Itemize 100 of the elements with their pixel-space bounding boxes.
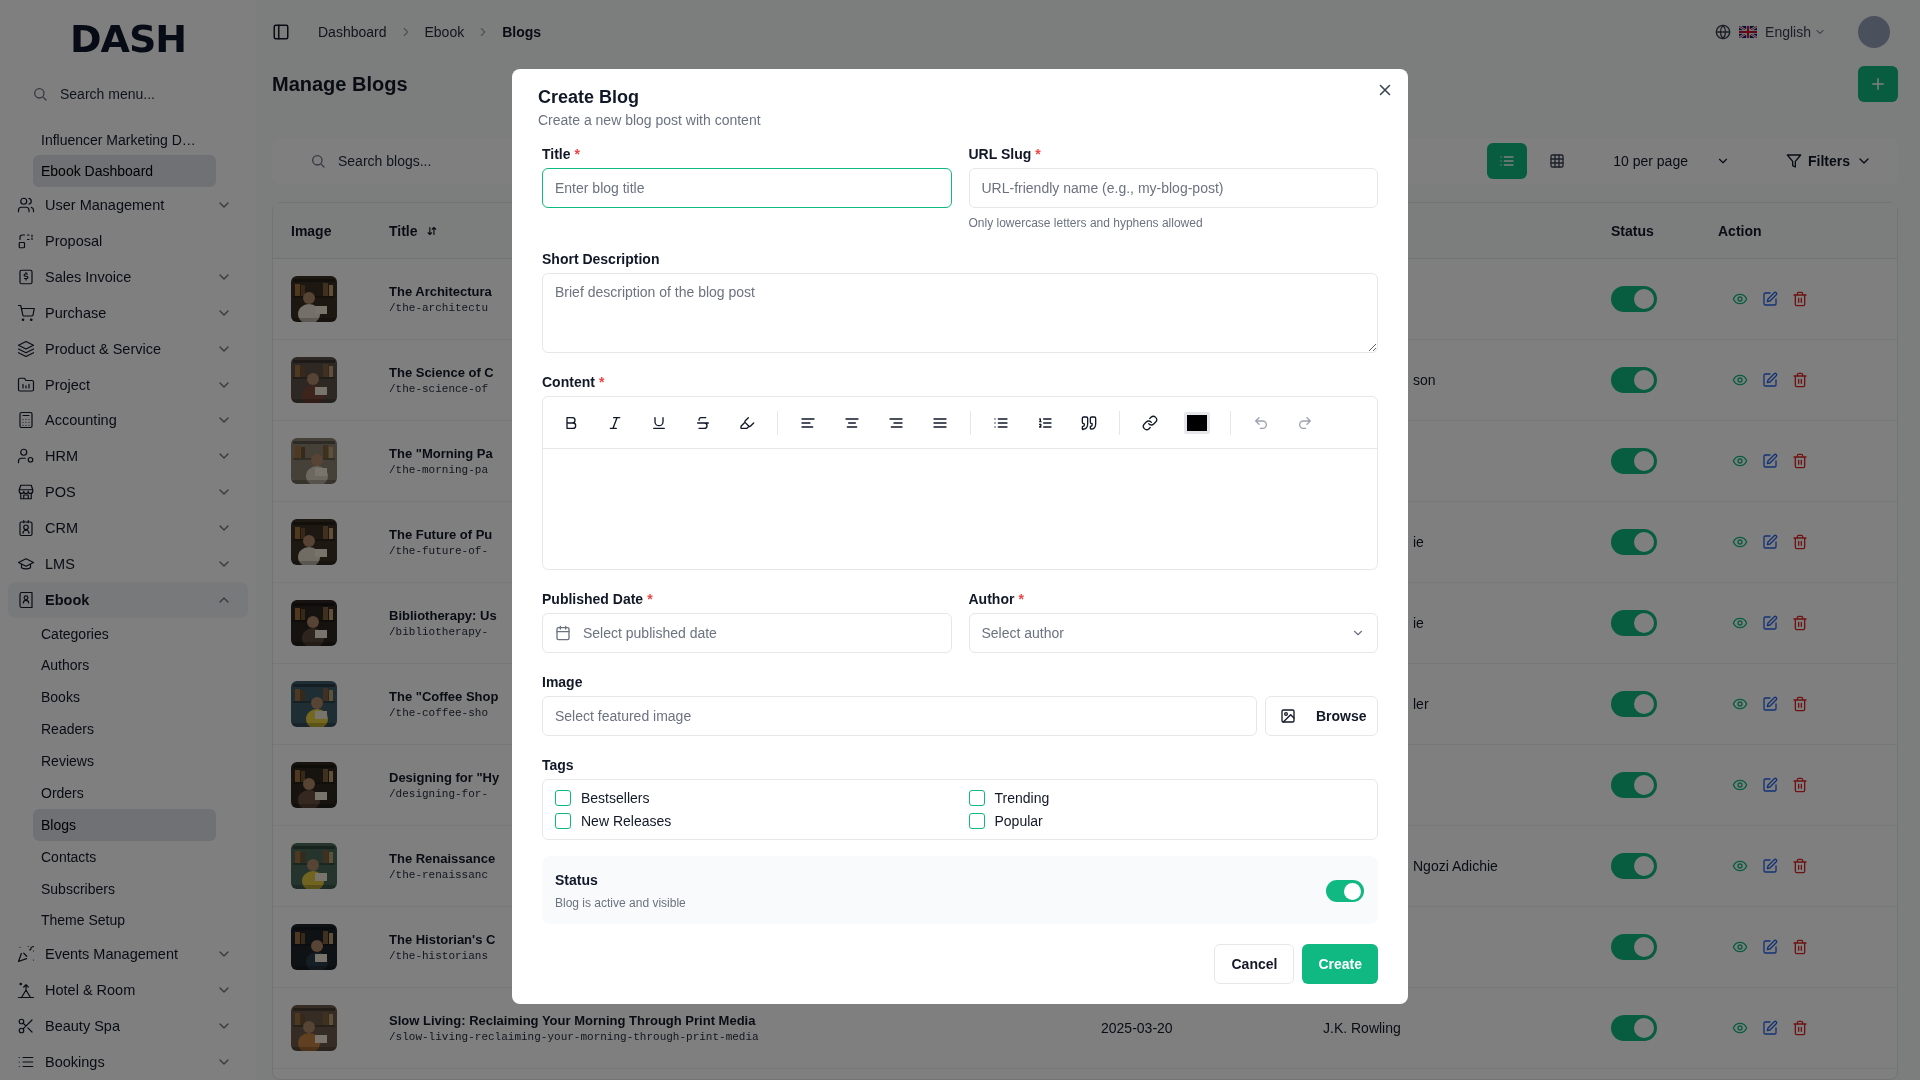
eye-icon[interactable] — [1732, 615, 1748, 631]
sidebar-item[interactable]: Orders — [33, 777, 216, 809]
undo-icon[interactable] — [1253, 414, 1269, 431]
sidebar-item[interactable]: User Management — [0, 187, 256, 224]
bold-icon[interactable] — [563, 414, 579, 431]
breadcrumb-link[interactable]: Ebook — [424, 24, 465, 40]
highlighter-icon[interactable] — [739, 414, 755, 431]
slug-field[interactable]: URL-friendly name (e.g., my-blog-post) — [968, 168, 1378, 208]
sidebar-item[interactable]: Hotel & Room — [0, 972, 256, 1009]
date-field[interactable]: Select published date — [542, 613, 952, 653]
checkbox[interactable] — [968, 813, 985, 829]
title-field[interactable]: Enter blog title — [542, 168, 952, 208]
sidebar-item[interactable]: Bookings — [0, 1043, 256, 1080]
eye-icon[interactable] — [1732, 696, 1748, 712]
status-toggle[interactable] — [1611, 934, 1657, 960]
edit-icon[interactable] — [1762, 777, 1778, 793]
italic-icon[interactable] — [607, 414, 623, 431]
edit-icon[interactable] — [1762, 453, 1778, 469]
sidebar-item[interactable]: Theme Setup — [33, 904, 216, 937]
trash-icon[interactable] — [1792, 858, 1808, 874]
browse-button[interactable]: Browse — [1265, 696, 1378, 736]
eye-icon[interactable] — [1732, 858, 1748, 874]
sidebar-item[interactable]: CRM — [0, 510, 256, 546]
eye-icon[interactable] — [1732, 1020, 1748, 1036]
status-toggle[interactable] — [1326, 880, 1364, 902]
search-field[interactable]: Search menu... — [58, 84, 228, 103]
quote-icon[interactable] — [1081, 414, 1097, 431]
sidebar-item[interactable]: Influencer Marketing D… — [33, 123, 216, 156]
sidebar-item[interactable]: Product & Service — [0, 330, 256, 367]
eye-icon[interactable] — [1732, 453, 1748, 469]
sidebar-item[interactable]: Purchase — [0, 294, 256, 331]
color-swatch[interactable] — [1184, 411, 1210, 434]
status-toggle[interactable] — [1611, 448, 1657, 474]
breadcrumb-link[interactable]: Blogs — [502, 24, 542, 40]
breadcrumb-link[interactable]: Dashboard — [318, 24, 387, 40]
trash-icon[interactable] — [1792, 453, 1808, 469]
sidebar-item[interactable]: Beauty Spa — [0, 1008, 256, 1044]
sidebar-item[interactable]: Project — [0, 366, 256, 403]
sidebar-item[interactable]: Authors — [33, 649, 216, 682]
link-icon[interactable] — [1142, 414, 1158, 431]
sidebar-item[interactable]: Books — [33, 681, 216, 714]
edit-icon[interactable] — [1762, 696, 1778, 712]
status-toggle[interactable] — [1611, 610, 1657, 636]
trash-icon[interactable] — [1792, 939, 1808, 955]
edit-icon[interactable] — [1762, 615, 1778, 631]
eye-icon[interactable] — [1732, 291, 1748, 307]
edit-icon[interactable] — [1762, 939, 1778, 955]
sidebar-item[interactable]: Blogs — [33, 808, 216, 841]
language-select[interactable]: English — [1765, 24, 1826, 40]
trash-icon[interactable] — [1792, 696, 1808, 712]
sidebar-item[interactable]: Reviews — [33, 745, 216, 777]
sidebar-item[interactable]: Ebook Dashboard — [33, 155, 216, 188]
edit-icon[interactable] — [1762, 858, 1778, 874]
sidebar-item[interactable]: Accounting — [0, 402, 256, 439]
checkbox[interactable] — [555, 813, 571, 829]
status-toggle[interactable] — [1611, 853, 1657, 879]
eye-icon[interactable] — [1732, 939, 1748, 955]
sidebar-item[interactable]: Proposal — [0, 223, 256, 260]
sidebar-toggle-icon[interactable] — [272, 23, 290, 41]
edit-icon[interactable] — [1762, 1020, 1778, 1036]
checkbox[interactable] — [555, 790, 571, 806]
trash-icon[interactable] — [1792, 615, 1808, 631]
description-field[interactable]: Brief description of the blog post — [542, 273, 1378, 353]
sidebar-item[interactable]: Categories — [33, 617, 216, 650]
search-field[interactable]: Search blogs... — [336, 152, 506, 170]
author-select[interactable]: Select author — [968, 613, 1378, 653]
avatar[interactable] — [1858, 16, 1890, 48]
trash-icon[interactable] — [1792, 1020, 1808, 1036]
sidebar-item[interactable]: Subscribers — [33, 872, 216, 905]
edit-icon[interactable] — [1762, 534, 1778, 550]
sidebar-item[interactable]: POS — [0, 474, 256, 511]
redo-icon[interactable] — [1297, 414, 1313, 431]
sidebar-item[interactable]: HRM — [0, 438, 256, 475]
status-toggle[interactable] — [1611, 286, 1657, 312]
eye-icon[interactable] — [1732, 777, 1748, 793]
checkbox[interactable] — [968, 790, 985, 806]
strikethrough-icon[interactable] — [695, 414, 711, 431]
sidebar-item[interactable]: Events Management — [0, 936, 256, 973]
globe-icon[interactable] — [1715, 24, 1732, 40]
sidebar-item[interactable]: Readers — [33, 713, 216, 746]
add-button[interactable] — [1858, 66, 1898, 102]
image-field[interactable]: Select featured image — [542, 696, 1257, 736]
sidebar-item[interactable]: Sales Invoice — [0, 259, 256, 295]
status-toggle[interactable] — [1611, 1015, 1657, 1041]
eye-icon[interactable] — [1732, 534, 1748, 550]
create-button[interactable]: Create — [1302, 944, 1378, 984]
edit-icon[interactable] — [1762, 291, 1778, 307]
trash-icon[interactable] — [1792, 777, 1808, 793]
status-toggle[interactable] — [1611, 691, 1657, 717]
cancel-button[interactable]: Cancel — [1214, 944, 1295, 984]
trash-icon[interactable] — [1792, 372, 1808, 388]
trash-icon[interactable] — [1792, 534, 1808, 550]
sidebar-item[interactable]: Contacts — [33, 840, 216, 873]
eye-icon[interactable] — [1732, 372, 1748, 388]
trash-icon[interactable] — [1792, 291, 1808, 307]
sidebar-item[interactable]: LMS — [0, 545, 256, 582]
status-toggle[interactable] — [1611, 367, 1657, 393]
underline-icon[interactable] — [651, 414, 667, 431]
sidebar-item[interactable]: Ebook — [8, 581, 248, 618]
edit-icon[interactable] — [1762, 372, 1778, 388]
